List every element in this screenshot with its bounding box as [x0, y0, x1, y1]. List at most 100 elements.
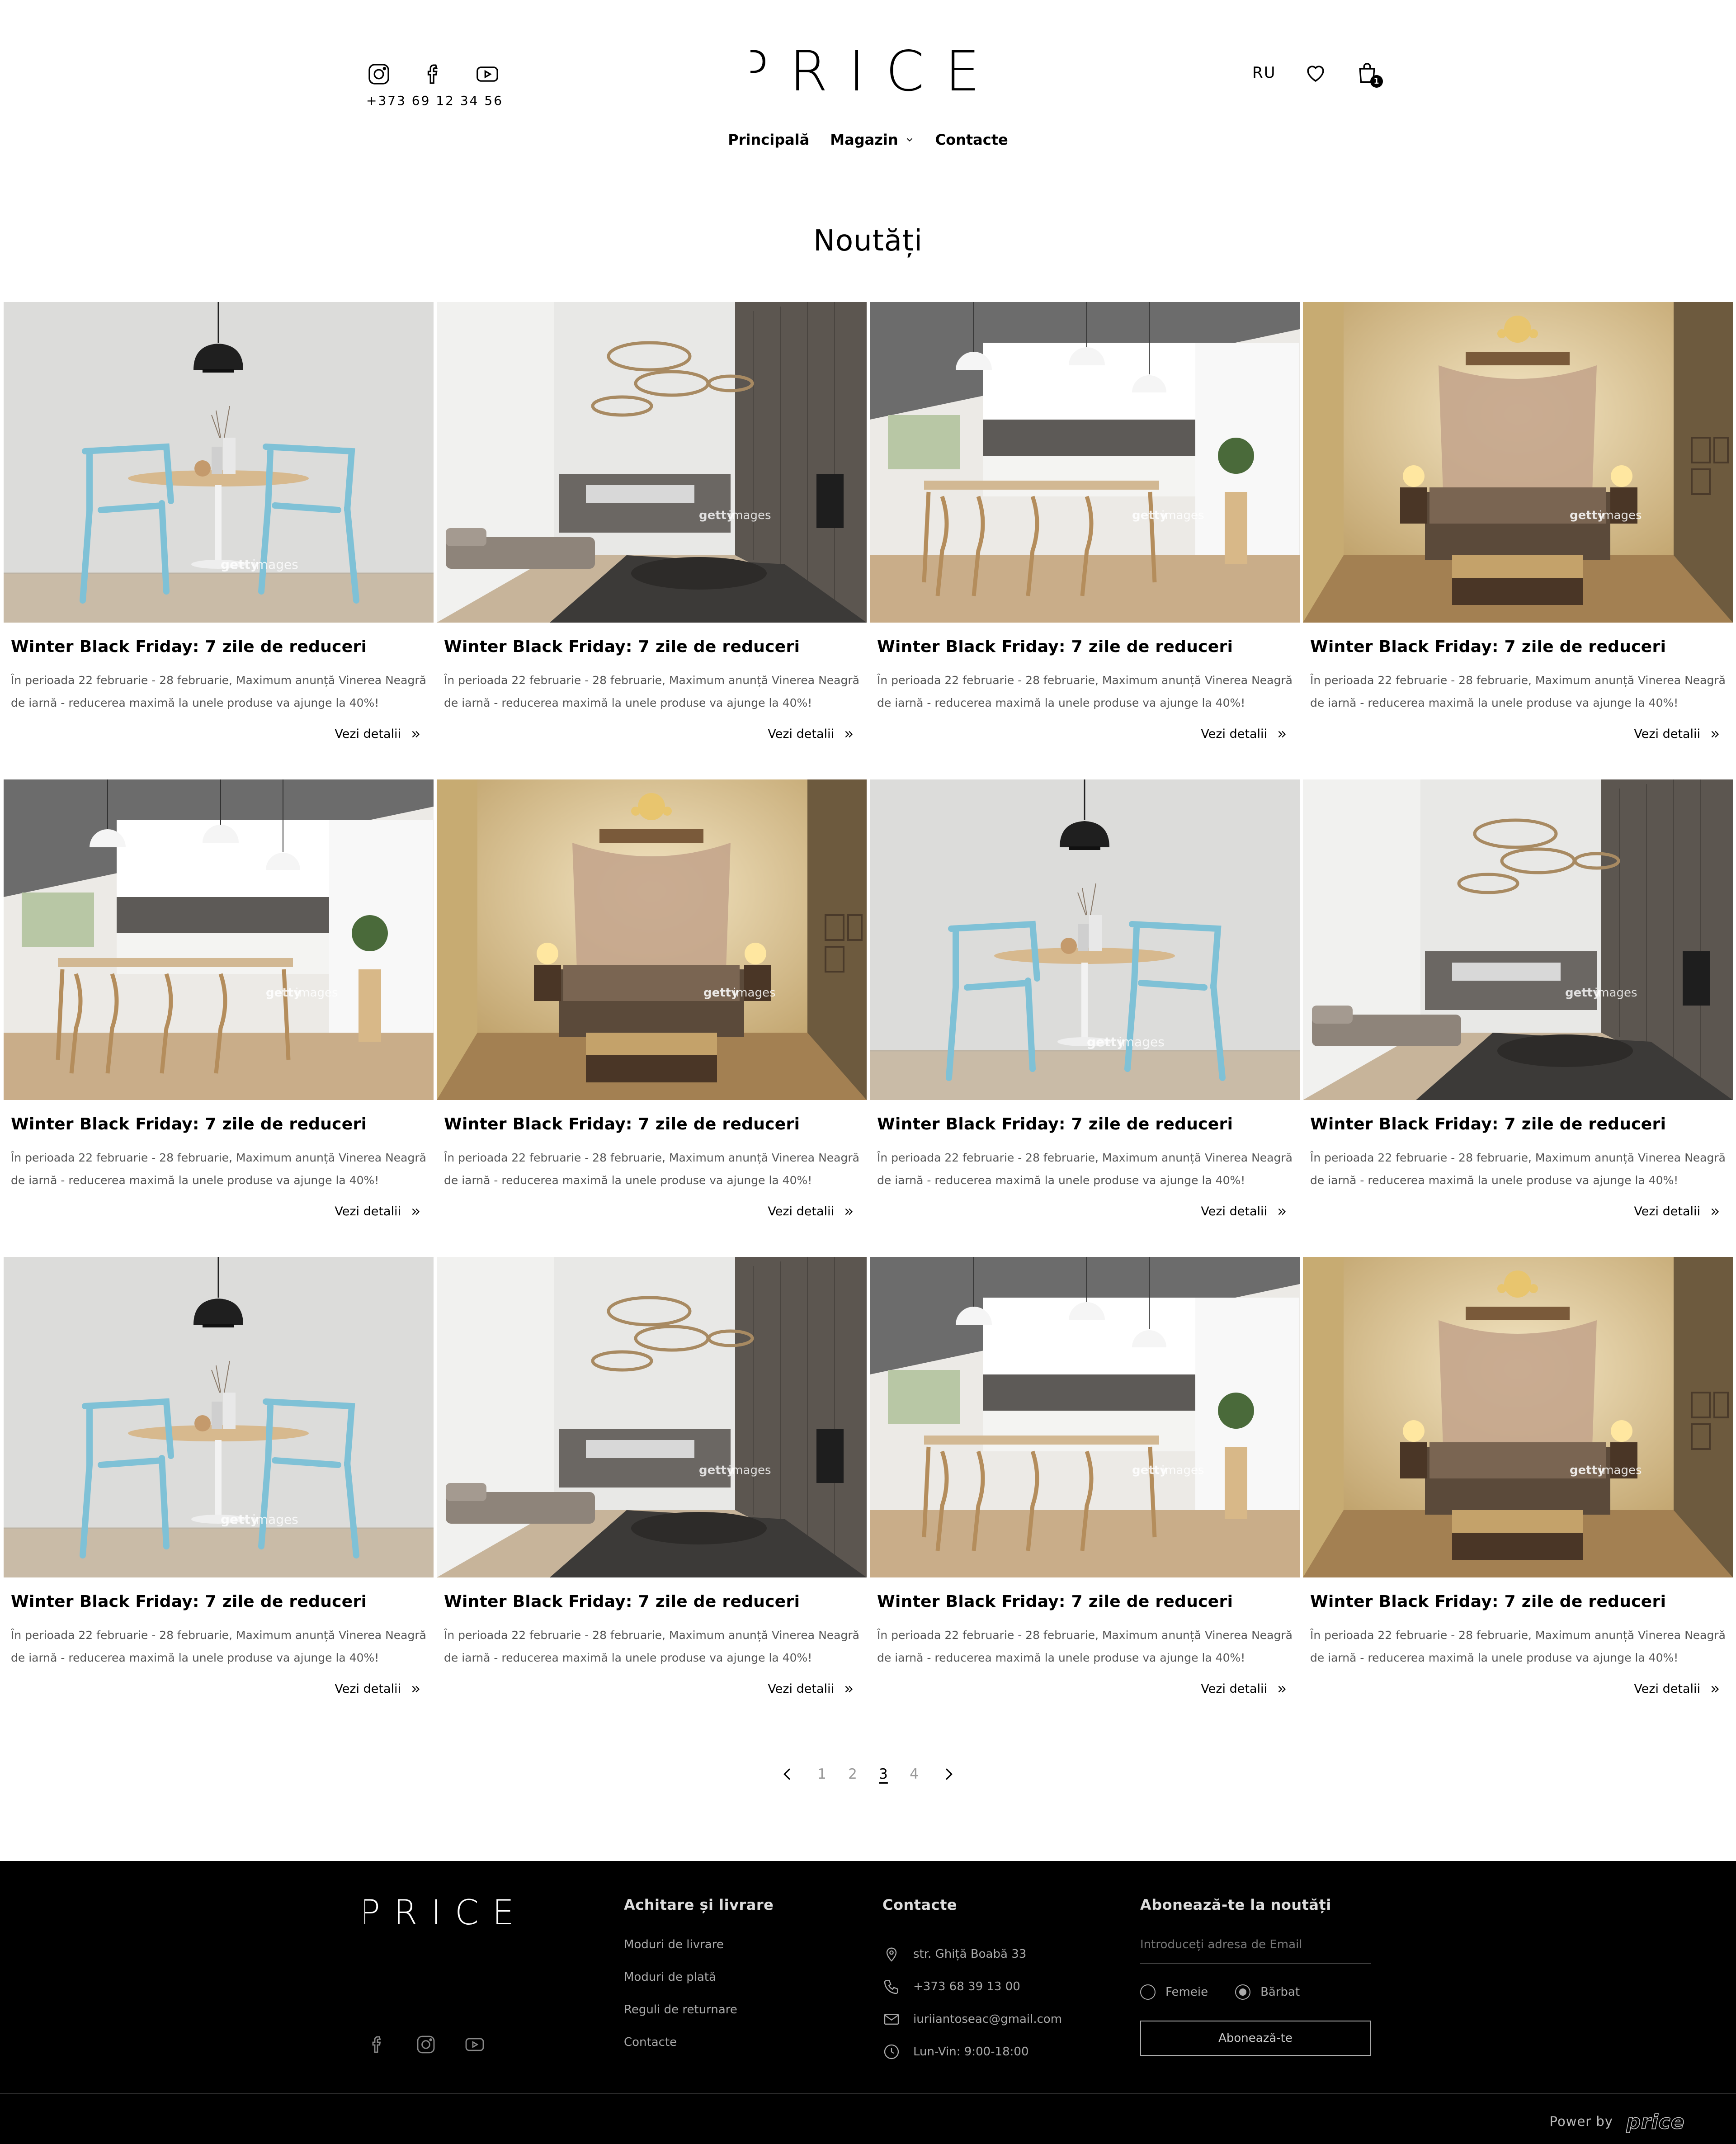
news-card[interactable]: getty images Winter Black Friday: 7 zile … [870, 1257, 1300, 1734]
news-excerpt: În perioada 22 februarie - 28 februarie,… [444, 1151, 859, 1187]
power-logo[interactable]: price [1625, 2109, 1686, 2134]
news-details-link[interactable]: Vezi detalii [1201, 1682, 1288, 1696]
news-image[interactable]: getty images [870, 779, 1300, 1100]
footer-link-payment[interactable]: Moduri de plată [624, 1970, 774, 2003]
news-card[interactable]: getty images Winter Black Friday: 7 zile … [437, 1257, 867, 1734]
footer-link-contacts[interactable]: Contacte [624, 2035, 774, 2068]
news-details-link[interactable]: Vezi detalii [1634, 1682, 1721, 1696]
news-card[interactable]: getty images Winter Black Friday: 7 zile … [870, 779, 1300, 1257]
footer-phone[interactable]: +373 68 39 13 00 [882, 1970, 1062, 2003]
news-details-link[interactable]: Vezi detalii [335, 1204, 422, 1218]
news-details-link[interactable]: Vezi detalii [335, 727, 422, 741]
cart-button[interactable]: 1 [1355, 61, 1383, 88]
news-card[interactable]: getty images Winter Black Friday: 7 zile … [437, 779, 867, 1257]
news-details-link[interactable]: Vezi detalii [768, 1204, 855, 1218]
news-card[interactable]: getty images Winter Black Friday: 7 zile … [1303, 302, 1733, 779]
news-details-label: Vezi detalii [335, 727, 401, 741]
news-image[interactable]: getty images [437, 779, 867, 1100]
page-number[interactable]: 2 [847, 1766, 858, 1782]
nav-shop[interactable]: Magazin [830, 131, 914, 148]
news-details-label: Vezi detalii [1634, 1682, 1700, 1696]
news-image[interactable]: getty images [870, 1257, 1300, 1577]
language-switch[interactable]: RU [1252, 64, 1276, 82]
news-title[interactable]: Winter Black Friday: 7 zile de reduceri [11, 1592, 367, 1611]
double-chevron-right-icon [1278, 1686, 1286, 1692]
footer-link-returns[interactable]: Reguli de returnare [624, 2003, 774, 2035]
radio-male[interactable]: Bărbat [1235, 1984, 1300, 2000]
news-details-link[interactable]: Vezi detalii [1201, 1204, 1288, 1218]
news-title[interactable]: Winter Black Friday: 7 zile de reduceri [1310, 1592, 1666, 1611]
news-image[interactable]: getty images [1303, 779, 1733, 1100]
news-title[interactable]: Winter Black Friday: 7 zile de reduceri [877, 1592, 1233, 1611]
news-title[interactable]: Winter Black Friday: 7 zile de reduceri [877, 1115, 1233, 1133]
heart-icon[interactable] [1303, 61, 1328, 85]
site-logo[interactable]: PRICE [750, 42, 986, 100]
page-number[interactable]: 1 [816, 1766, 827, 1782]
nav-home[interactable]: Principală [728, 131, 809, 148]
news-card[interactable]: getty images Winter Black Friday: 7 zile … [437, 302, 867, 779]
instagram-icon[interactable] [415, 2034, 437, 2055]
news-details-link[interactable]: Vezi detalii [1201, 727, 1288, 741]
facebook-icon[interactable] [366, 2034, 388, 2055]
news-details-link[interactable]: Vezi detalii [1634, 1204, 1721, 1218]
news-card[interactable]: getty images Winter Black Friday: 7 zile … [1303, 779, 1733, 1257]
news-image[interactable]: getty images [4, 1257, 434, 1577]
news-card[interactable]: getty images Winter Black Friday: 7 zile … [4, 779, 434, 1257]
radio-female[interactable]: Femeie [1140, 1984, 1208, 2000]
double-chevron-right-icon [845, 1686, 853, 1692]
news-title[interactable]: Winter Black Friday: 7 zile de reduceri [444, 1115, 800, 1133]
news-image[interactable]: getty images [437, 302, 867, 623]
news-grid: getty images Winter Black Friday: 7 zile … [4, 302, 1733, 1734]
cart-count-badge: 1 [1370, 75, 1383, 88]
footer-hours-text: Lun-Vin: 9:00-18:00 [913, 2045, 1029, 2059]
facebook-icon[interactable] [420, 61, 446, 87]
news-card[interactable]: getty images Winter Black Friday: 7 zile … [4, 302, 434, 779]
nav-contacts[interactable]: Contacte [935, 131, 1008, 148]
footer-contacts-column: Contacte str. Ghiță Boabă 33 +373 68 39 … [882, 1896, 1062, 2068]
news-title[interactable]: Winter Black Friday: 7 zile de reduceri [11, 638, 367, 656]
header-phone[interactable]: +373 69 12 34 56 [366, 93, 503, 108]
news-image[interactable]: getty images [1303, 1257, 1733, 1577]
instagram-icon[interactable] [366, 61, 392, 87]
svg-text:images: images [1599, 1464, 1642, 1477]
footer-email[interactable]: iuriiantoseac@gmail.com [882, 2003, 1062, 2035]
news-title[interactable]: Winter Black Friday: 7 zile de reduceri [11, 1115, 367, 1133]
svg-text:images: images [252, 557, 298, 572]
news-image[interactable]: getty images [870, 302, 1300, 623]
youtube-icon[interactable] [475, 61, 500, 87]
double-chevron-right-icon [412, 1208, 420, 1215]
news-image[interactable]: getty images [437, 1257, 867, 1577]
main-nav: Principală Magazin Contacte [0, 131, 1736, 148]
newsletter-email-input[interactable] [1140, 1938, 1371, 1964]
news-image[interactable]: getty images [1303, 302, 1733, 623]
news-title[interactable]: Winter Black Friday: 7 zile de reduceri [444, 638, 800, 656]
news-details-label: Vezi detalii [1634, 1204, 1700, 1218]
mail-icon [884, 2014, 899, 2025]
news-card[interactable]: getty images Winter Black Friday: 7 zile … [1303, 1257, 1733, 1734]
news-details-label: Vezi detalii [1201, 1204, 1267, 1218]
news-details-link[interactable]: Vezi detalii [335, 1682, 422, 1696]
header-actions: RU 1 [1252, 61, 1383, 88]
clock-icon [884, 2044, 899, 2059]
subscribe-button[interactable]: Abonează-te [1140, 2021, 1371, 2056]
news-details-link[interactable]: Vezi detalii [1634, 727, 1721, 741]
next-page-button[interactable] [939, 1765, 958, 1783]
page-number[interactable]: 3 [878, 1766, 889, 1782]
youtube-icon[interactable] [464, 2034, 486, 2055]
news-title[interactable]: Winter Black Friday: 7 zile de reduceri [1310, 1115, 1666, 1133]
news-details-link[interactable]: Vezi detalii [768, 727, 855, 741]
news-card[interactable]: getty images Winter Black Friday: 7 zile … [870, 302, 1300, 779]
footer-link-delivery[interactable]: Moduri de livrare [624, 1938, 774, 1970]
double-chevron-right-icon [1278, 1208, 1286, 1215]
news-title[interactable]: Winter Black Friday: 7 zile de reduceri [877, 638, 1233, 656]
news-title[interactable]: Winter Black Friday: 7 zile de reduceri [444, 1592, 800, 1611]
news-image[interactable]: getty images [4, 302, 434, 623]
news-card[interactable]: getty images Winter Black Friday: 7 zile … [4, 1257, 434, 1734]
footer-logo[interactable]: PRICE [364, 1894, 523, 1930]
prev-page-button[interactable] [778, 1765, 797, 1783]
news-excerpt: În perioada 22 februarie - 28 februarie,… [11, 1151, 426, 1187]
news-image[interactable]: getty images [4, 779, 434, 1100]
news-details-link[interactable]: Vezi detalii [768, 1682, 855, 1696]
news-title[interactable]: Winter Black Friday: 7 zile de reduceri [1310, 638, 1666, 656]
page-number[interactable]: 4 [909, 1766, 920, 1782]
